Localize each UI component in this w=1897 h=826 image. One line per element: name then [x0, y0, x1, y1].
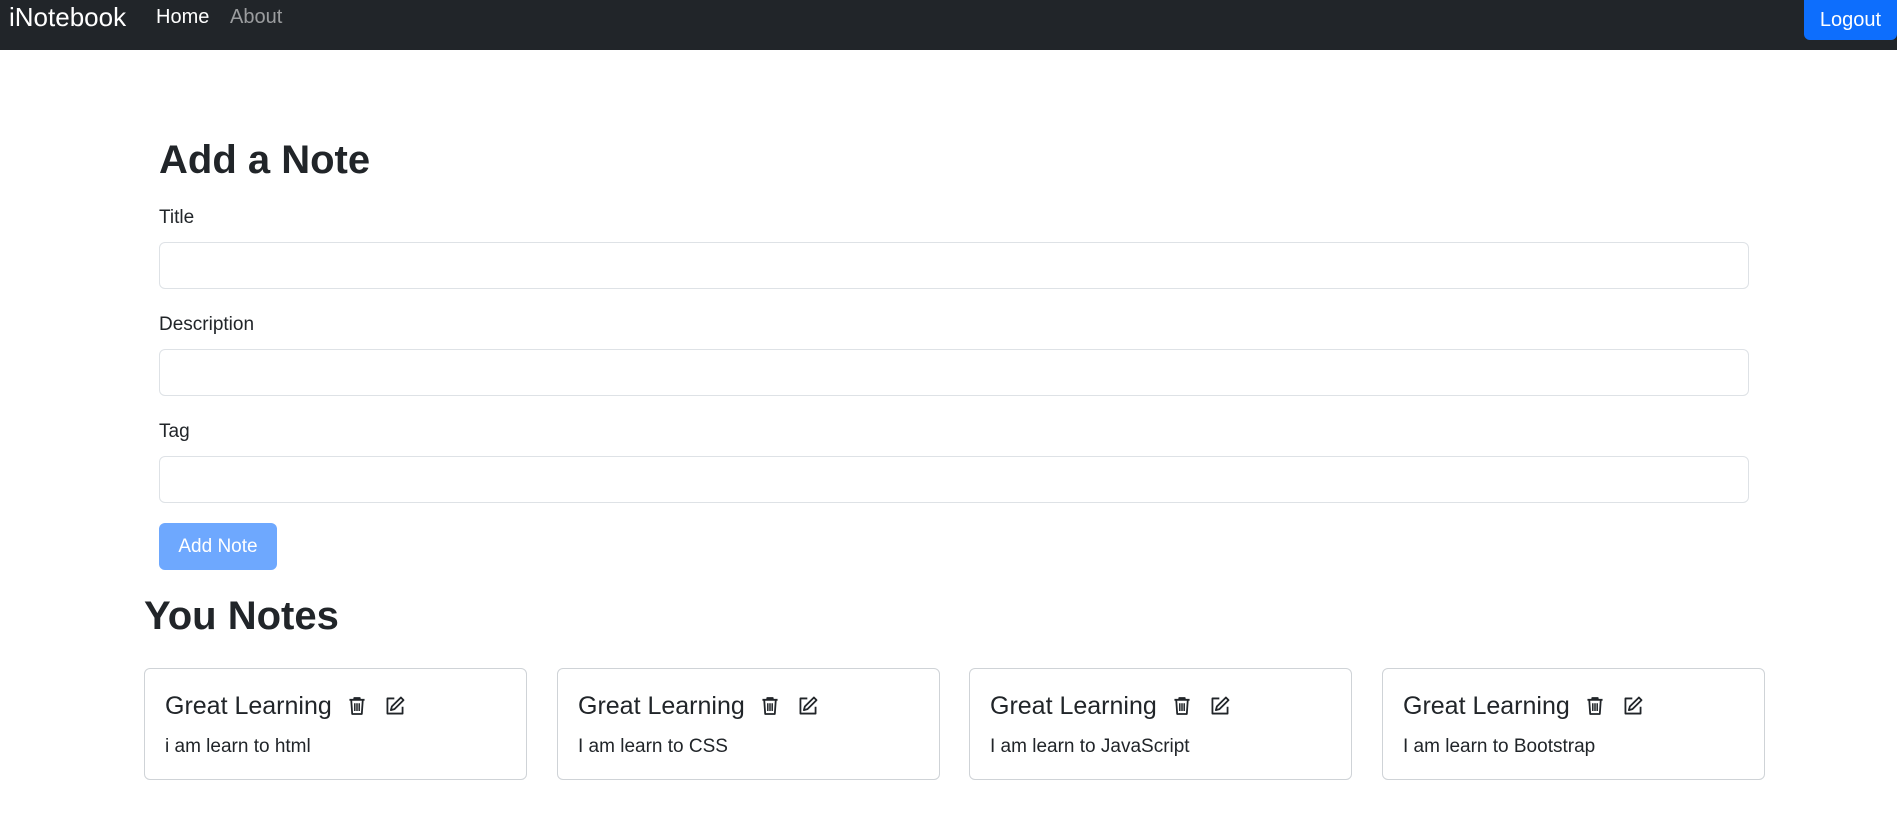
trash-icon[interactable] — [1584, 695, 1606, 717]
title-input[interactable] — [159, 242, 1749, 289]
note-header: Great Learning — [990, 691, 1231, 721]
note-card: Great Learning I am learn to Bootstrap — [1382, 668, 1765, 780]
edit-icon[interactable] — [384, 695, 406, 717]
brand-logo[interactable]: iNotebook — [9, 2, 126, 32]
tag-label: Tag — [159, 421, 190, 442]
trash-icon[interactable] — [759, 695, 781, 717]
nav-link-about[interactable]: About — [230, 5, 282, 29]
note-card: Great Learning i am learn to html — [144, 668, 527, 780]
note-description: I am learn to JavaScript — [990, 736, 1190, 757]
edit-icon[interactable] — [1622, 695, 1644, 717]
description-label: Description — [159, 314, 255, 335]
notes-heading: You Notes — [144, 594, 339, 638]
trash-icon[interactable] — [346, 695, 368, 717]
title-label: Title — [159, 207, 195, 228]
note-title: Great Learning — [1403, 692, 1570, 720]
note-card: Great Learning I am learn to JavaScript — [969, 668, 1352, 780]
nav-link-home[interactable]: Home — [156, 5, 209, 29]
navbar: iNotebook Home About Logout — [0, 0, 1897, 50]
note-title: Great Learning — [165, 692, 332, 720]
trash-icon[interactable] — [1171, 695, 1193, 717]
add-note-heading: Add a Note — [159, 138, 371, 182]
note-description: I am learn to CSS — [578, 736, 728, 757]
note-title: Great Learning — [990, 692, 1157, 720]
description-input[interactable] — [159, 349, 1749, 396]
logout-button[interactable]: Logout — [1804, 0, 1897, 40]
note-header: Great Learning — [578, 691, 819, 721]
note-description: i am learn to html — [165, 736, 311, 757]
note-description: I am learn to Bootstrap — [1403, 736, 1596, 757]
edit-icon[interactable] — [797, 695, 819, 717]
note-header: Great Learning — [165, 691, 406, 721]
note-header: Great Learning — [1403, 691, 1644, 721]
note-card: Great Learning I am learn to CSS — [557, 668, 940, 780]
note-title: Great Learning — [578, 692, 745, 720]
edit-icon[interactable] — [1209, 695, 1231, 717]
add-note-button[interactable]: Add Note — [159, 523, 277, 570]
tag-input[interactable] — [159, 456, 1749, 503]
